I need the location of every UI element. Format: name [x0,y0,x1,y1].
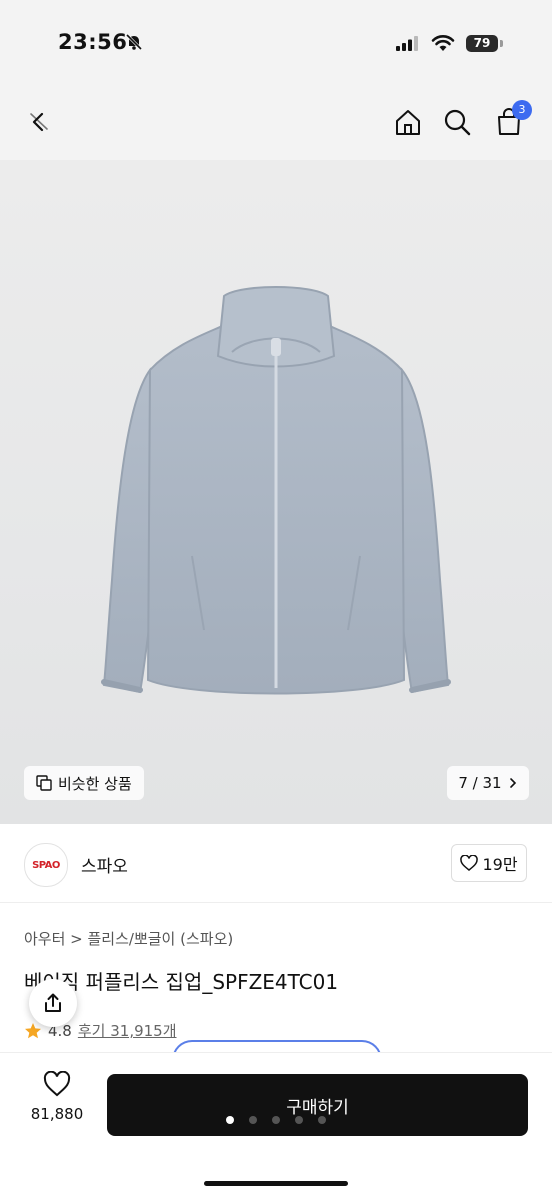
page-dot [295,1116,303,1124]
share-icon [45,993,61,1012]
back-icon [30,112,48,132]
brand-row: SPAO 스파오 19만 [0,824,552,903]
heart-icon [43,1070,71,1097]
bottom-purchase-bar: 81,880 구매하기 [0,1052,552,1201]
image-page-counter[interactable]: 7 / 31 [447,766,529,800]
wifi-icon [431,35,455,51]
brand-name[interactable]: 스파오 [81,852,128,877]
battery-cap [500,40,503,47]
heart-icon [460,855,479,871]
brand-logo[interactable]: SPAO [24,843,68,887]
home-icon [396,110,420,135]
similar-products-label: 비슷한 상품 [58,774,132,793]
home-indicator [204,1181,348,1186]
page-dot [318,1116,326,1124]
page-dot [249,1116,257,1124]
page-counter-text: 7 / 31 [458,774,502,792]
bell-off-icon [125,33,143,51]
battery-indicator: 79 [466,35,498,52]
chevron-right-icon [509,778,516,788]
fleece-jacket-image [101,286,451,695]
cart-button[interactable]: 3 [489,100,532,142]
star-icon [25,1022,41,1038]
status-time: 23:56 [58,30,128,54]
top-nav: 3 [0,92,552,160]
similar-products-button[interactable]: 비슷한 상품 [24,766,144,800]
page-dot [272,1116,280,1124]
cellular-signal-icon [396,36,418,51]
buy-button-label: 구매하기 [286,1097,349,1118]
search-icon [444,109,471,136]
page-dots [226,1116,326,1124]
status-bar: 23:56 79 [0,0,552,92]
category-breadcrumb[interactable]: 아우터 > 플리스/뽀글이 (스파오) [24,928,233,949]
cart-count-badge: 3 [512,100,532,120]
back-button[interactable] [18,102,58,142]
wishlist-count: 81,880 [30,1105,84,1123]
page-dot-active [226,1116,234,1124]
share-button[interactable] [29,979,77,1027]
buy-button[interactable]: 구매하기 [107,1074,528,1136]
brand-logo-text: SPAO [32,859,60,871]
product-image[interactable]: 비슷한 상품 7 / 31 [0,160,552,824]
brand-like-button[interactable]: 19만 [451,844,527,882]
brand-like-count: 19만 [482,855,518,874]
copy-icon [36,775,52,791]
wishlist-button[interactable]: 81,880 [22,1070,92,1135]
reviews-link[interactable]: 후기 31,915개 [78,1020,177,1041]
home-button[interactable] [388,102,428,142]
search-button[interactable] [437,102,477,142]
